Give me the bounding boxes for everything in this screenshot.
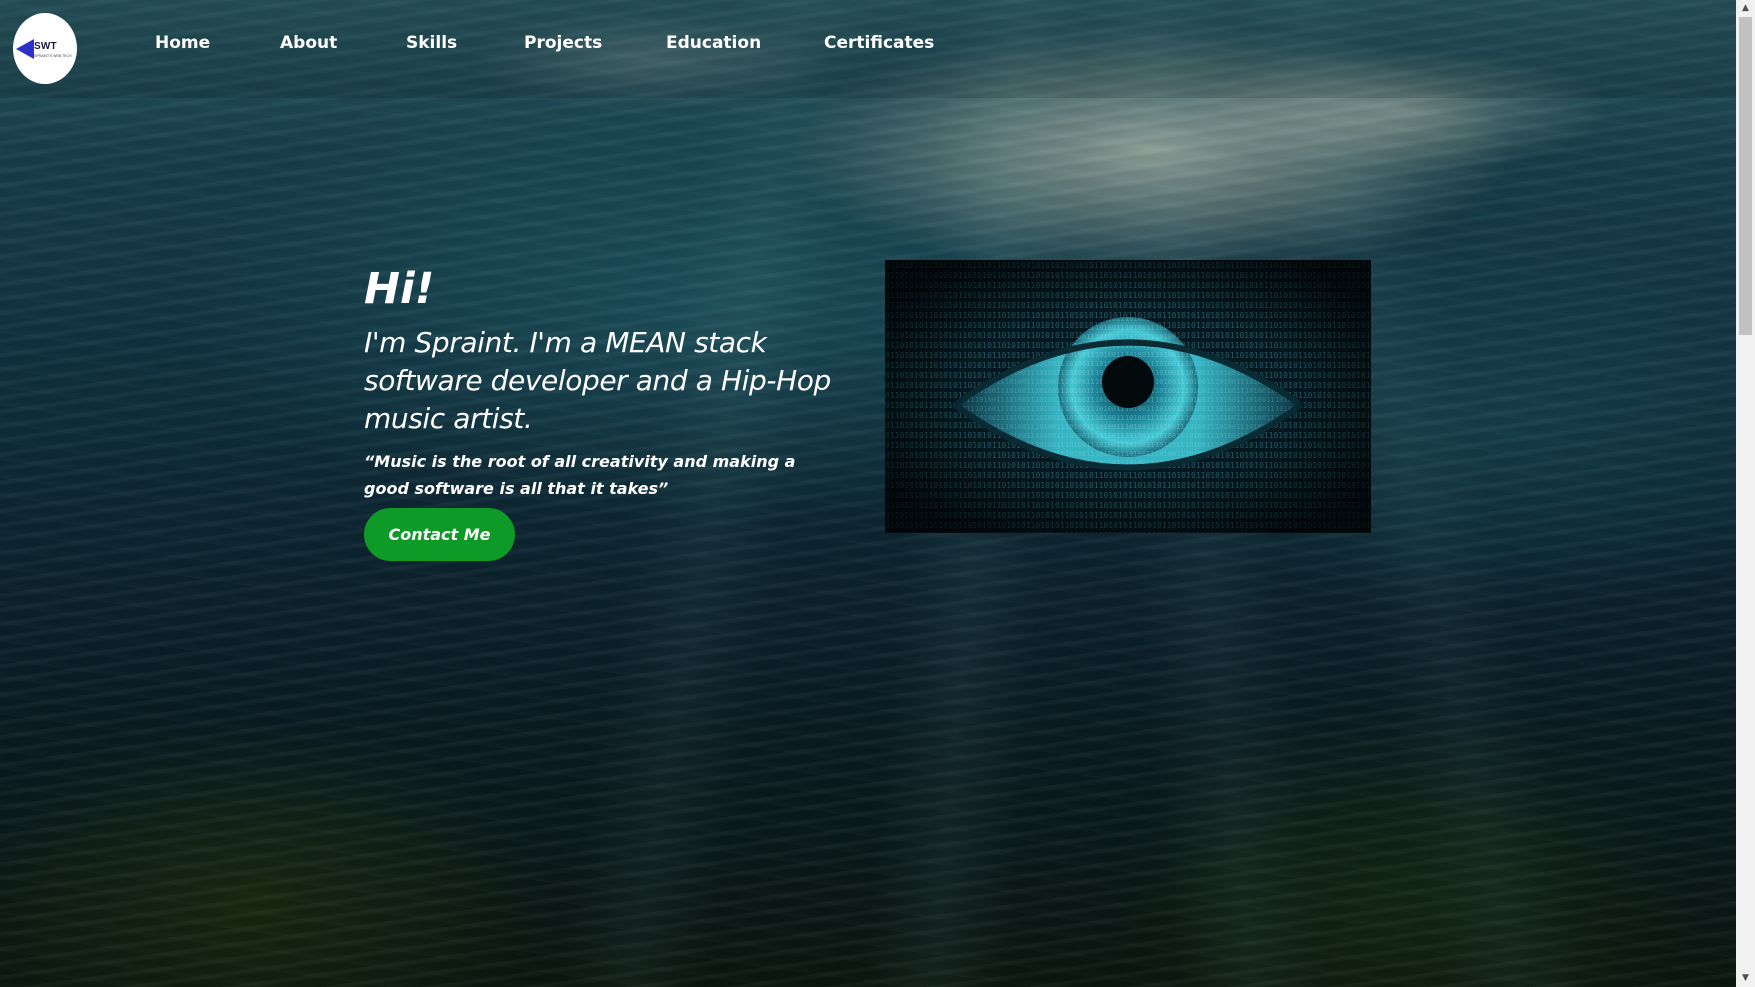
logo-subtext: SPRAINT'S WEB TECH [34, 54, 72, 58]
scrollbar[interactable]: ▲ ▼ [1736, 0, 1755, 987]
nav-education[interactable]: Education [666, 33, 761, 53]
nav-projects[interactable]: Projects [524, 33, 602, 53]
contact-me-button[interactable]: Contact Me [364, 508, 515, 561]
hero-text: Hi! I'm Spraint. I'm a MEAN stack softwa… [364, 258, 844, 502]
nav-home[interactable]: Home [155, 33, 210, 53]
logo-triangle-icon [16, 39, 34, 59]
navbar: SWT SPRAINT'S WEB TECH Home About Skills… [0, 0, 1736, 98]
chevron-up-icon[interactable]: ▲ [1736, 0, 1755, 17]
light-rays [0, 0, 1736, 987]
nav-about[interactable]: About [280, 33, 337, 53]
logo[interactable]: SWT SPRAINT'S WEB TECH [13, 13, 77, 84]
nav-certificates[interactable]: Certificates [824, 33, 934, 53]
logo-text: SWT [34, 41, 57, 52]
nav-skills[interactable]: Skills [406, 33, 457, 53]
scrollbar-thumb[interactable] [1739, 17, 1752, 335]
chevron-down-icon[interactable]: ▼ [1736, 970, 1755, 987]
hero-greeting: Hi! [364, 264, 435, 314]
hero-intro: I'm Spraint. I'm a MEAN stack software d… [364, 326, 831, 435]
hero-quote: “Music is the root of all creativity and… [364, 452, 796, 498]
binary-eye-image: 0110101 1010011 [885, 260, 1371, 533]
